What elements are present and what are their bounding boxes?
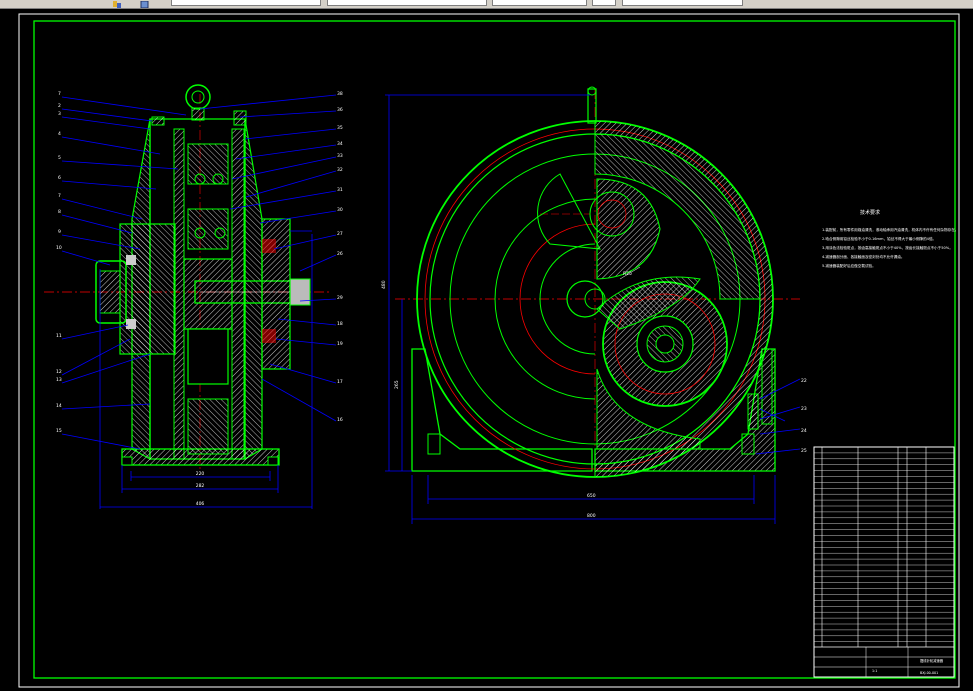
- svg-text:16: 16: [337, 417, 343, 423]
- svg-text:31: 31: [337, 187, 343, 193]
- svg-text:38: 38: [337, 91, 343, 97]
- front-dim-800: 800: [587, 513, 596, 519]
- toolbar-layer-dropdown[interactable]: [171, 0, 321, 6]
- svg-text:34: 34: [337, 141, 343, 147]
- title-block: 摆线针轮减速器 1:1 BXJ-00-001: [814, 646, 954, 677]
- drawing-code: BXJ-00-001: [920, 671, 938, 675]
- svg-text:23: 23: [801, 406, 807, 412]
- drawing-name: 摆线针轮减速器: [920, 658, 944, 663]
- svg-text:22: 22: [801, 378, 807, 384]
- note-4: 4.减速器剖分面、各接触面及密封处均不允许漏油。: [822, 254, 905, 259]
- svg-text:2: 2: [58, 103, 61, 109]
- toolbar-lineweight-dropdown[interactable]: [592, 0, 616, 6]
- svg-text:29: 29: [337, 295, 343, 301]
- svg-text:35: 35: [337, 125, 343, 131]
- svg-text:25: 25: [801, 448, 807, 454]
- svg-text:8: 8: [58, 209, 61, 215]
- note-2: 2.啮合侧隙用铅丝检验不小于0.16mm，铅丝不得大于最小侧隙的4倍。: [822, 236, 936, 241]
- svg-text:14: 14: [56, 403, 62, 409]
- front-dim-265: 265: [394, 380, 400, 389]
- toolbar-color-dropdown[interactable]: [327, 0, 487, 6]
- drawing-canvas[interactable]: 723 456 789 10 11 12 13 14 15 38 36 35 34 33 32 …: [0, 9, 973, 691]
- technical-requirements: 技术要求 1.装配前，所有零件用煤油清洗，滚动轴承用汽油清洗，机体内不许有任何杂…: [822, 209, 958, 268]
- svg-text:4: 4: [58, 131, 61, 137]
- note-3: 3.用涂色法检验斑点，按齿高接触斑点不小于40%，按齿长接触斑点不小于50%。: [822, 245, 953, 250]
- notes-title: 技术要求: [860, 209, 880, 216]
- svg-text:7: 7: [58, 193, 61, 199]
- toolbar: [0, 0, 973, 9]
- front-dim-650: 650: [587, 493, 596, 499]
- svg-text:33: 33: [337, 153, 343, 159]
- svg-text:17: 17: [337, 379, 343, 385]
- toolbar-linetype-dropdown[interactable]: [492, 0, 587, 6]
- svg-text:26: 26: [337, 251, 343, 257]
- note-1: 1.装配前，所有零件用煤油清洗，滚动轴承用汽油清洗，机体内不许有任何杂物存在。: [822, 227, 958, 232]
- svg-text:13: 13: [56, 377, 62, 383]
- svg-text:11: 11: [56, 333, 62, 339]
- svg-text:30: 30: [337, 207, 343, 213]
- note-5: 5.减速器装配好后应做空载试验。: [822, 263, 876, 268]
- toolbar-plotstyle-dropdown[interactable]: [622, 0, 743, 6]
- svg-text:12: 12: [56, 369, 62, 375]
- svg-text:36: 36: [337, 107, 343, 113]
- svg-text:3: 3: [58, 111, 61, 117]
- svg-text:15: 15: [56, 428, 62, 434]
- svg-text:6: 6: [58, 175, 61, 181]
- svg-text:5: 5: [58, 155, 61, 161]
- svg-text:24: 24: [801, 428, 807, 434]
- svg-text:10: 10: [56, 245, 62, 251]
- svg-text:32: 32: [337, 167, 343, 173]
- svg-text:19: 19: [337, 341, 343, 347]
- front-radius-label: R25: [623, 271, 632, 277]
- side-dim-220: 220: [196, 471, 205, 477]
- svg-text:27: 27: [337, 231, 343, 237]
- front-view: R25 480 265 650 800 2223 2425: [381, 86, 807, 524]
- drawing-scale: 1:1: [872, 669, 877, 673]
- svg-text:7: 7: [58, 91, 61, 97]
- side-dim-406: 406: [196, 501, 205, 507]
- layer-state-icon[interactable]: [113, 0, 122, 8]
- svg-text:9: 9: [58, 229, 61, 235]
- parts-list-table: 摆线针轮减速器 1:1 BXJ-00-001: [813, 446, 955, 678]
- side-section-view: 723 456 789 101112 131415 383635 343332 …: [44, 84, 343, 509]
- layer-properties-icon[interactable]: [140, 0, 149, 8]
- side-dim-282: 282: [196, 483, 205, 489]
- front-dim-480: 480: [381, 280, 387, 289]
- svg-text:18: 18: [337, 321, 343, 327]
